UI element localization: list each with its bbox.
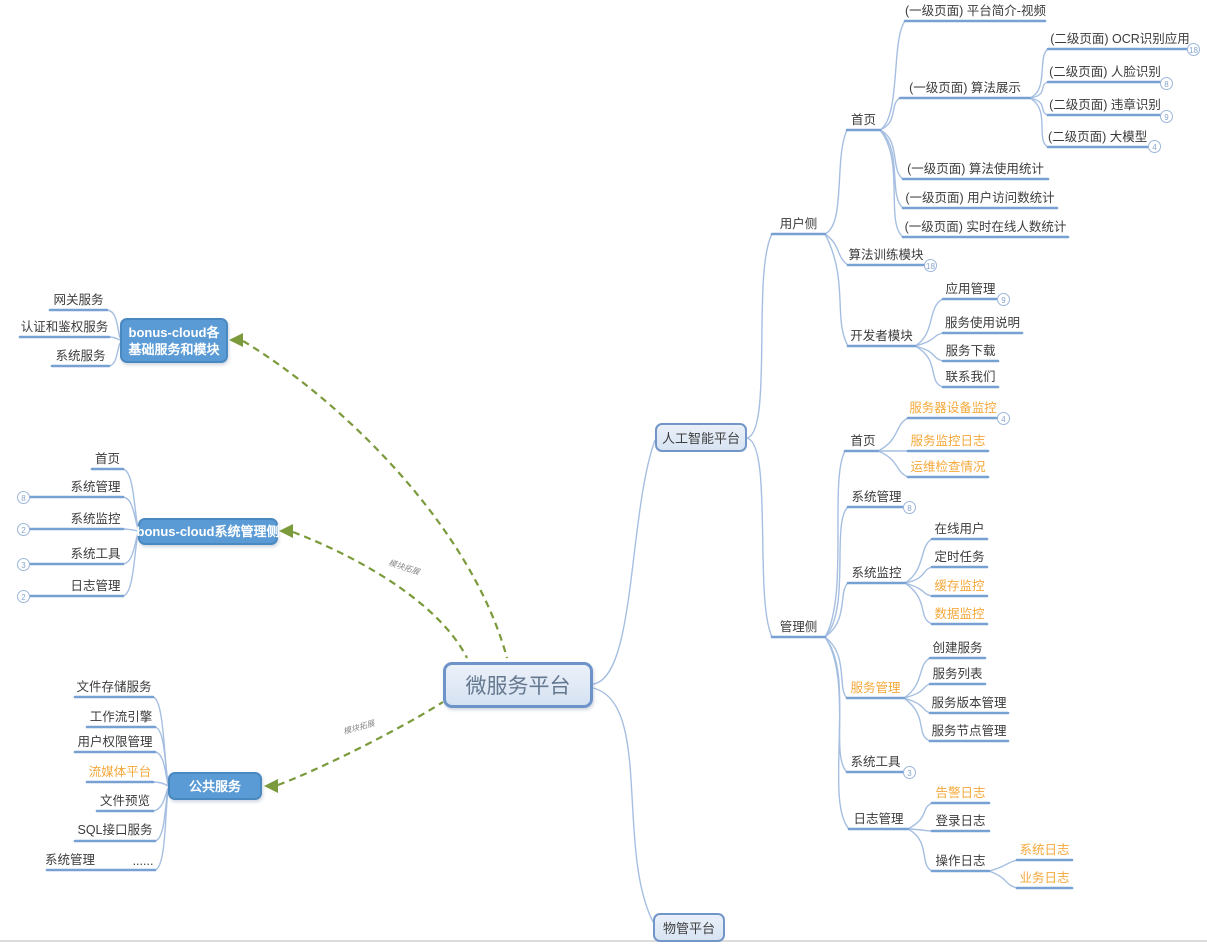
node-pub-system-mgmt[interactable]: 系统管理 — [40, 851, 100, 869]
node-system-tools[interactable]: 系统工具 — [847, 753, 904, 771]
node-service-node-mgmt[interactable]: 服务节点管理 — [930, 722, 1008, 740]
node-pub-sql-api[interactable]: SQL接口服务 — [75, 821, 155, 839]
node-user-home[interactable]: 首页 — [847, 111, 880, 129]
node-algo-showcase[interactable]: (一级页面) 算法展示 — [900, 79, 1030, 97]
count-badge[interactable]: 18 — [924, 259, 937, 272]
node-log-mgmt[interactable]: 日志管理 — [849, 810, 908, 828]
node-face-recognition[interactable]: (二级页面) 人脸识别 — [1048, 63, 1162, 81]
node-pub-workflow-engine[interactable]: 工作流引擎 — [87, 708, 155, 726]
node-service-version-mgmt[interactable]: 服务版本管理 — [930, 694, 1008, 712]
box-base-services[interactable]: bonus-cloud各 基础服务和模块 — [120, 318, 228, 363]
node-ai-platform[interactable]: 人工智能平台 — [655, 423, 747, 452]
count-badge[interactable]: 8 — [1160, 77, 1173, 90]
node-admin-home[interactable]: 首页 — [845, 432, 881, 450]
node-gateway-service[interactable]: 网关服务 — [50, 291, 107, 309]
count-badge[interactable]: 4 — [1148, 140, 1161, 153]
node-property-platform[interactable]: 物管平台 — [653, 913, 725, 942]
count-badge[interactable]: 8 — [903, 501, 916, 514]
node-login-log[interactable]: 登录日志 — [932, 812, 989, 830]
node-l2-system-mgmt[interactable]: 系统管理 — [68, 478, 123, 496]
node-ocr-recognition[interactable]: (二级页面) OCR识别应用 — [1048, 30, 1192, 48]
node-service-usage-doc[interactable]: 服务使用说明 — [943, 314, 1022, 332]
node-system-service[interactable]: 系统服务 — [52, 347, 109, 365]
count-badge[interactable]: 2 — [17, 590, 30, 603]
node-create-service[interactable]: 创建服务 — [930, 639, 985, 657]
node-pub-file-preview[interactable]: 文件预览 — [97, 792, 153, 810]
count-badge[interactable]: 9 — [1160, 110, 1173, 123]
node-pub-ellipsis[interactable]: ...... — [128, 852, 158, 870]
node-admin-system-mgmt[interactable]: 系统管理 — [848, 488, 905, 506]
connector-layer — [0, 0, 1207, 947]
count-badge[interactable]: 4 — [997, 412, 1010, 425]
node-l2-log-mgmt[interactable]: 日志管理 — [68, 577, 123, 595]
node-app-mgmt[interactable]: 应用管理 — [943, 280, 998, 298]
node-ops-check-status[interactable]: 运维检查情况 — [908, 458, 988, 476]
count-badge[interactable]: 2 — [17, 523, 30, 536]
node-system-log[interactable]: 系统日志 — [1017, 841, 1072, 859]
node-cache-monitor[interactable]: 缓存监控 — [932, 577, 987, 595]
node-operation-log[interactable]: 操作日志 — [932, 852, 989, 870]
node-large-model[interactable]: (二级页面) 大模型 — [1048, 128, 1145, 146]
node-service-list[interactable]: 服务列表 — [930, 665, 985, 683]
mindmap-canvas: 微服务平台 人工智能平台 物管平台 用户侧 首页 (一级页面) 平台简介-视频 … — [0, 0, 1207, 947]
node-online-users[interactable]: 在线用户 — [932, 520, 987, 538]
node-alert-log[interactable]: 告警日志 — [932, 784, 989, 802]
central-topic[interactable]: 微服务平台 — [443, 662, 593, 708]
node-service-mgmt[interactable]: 服务管理 — [847, 679, 904, 697]
node-service-download[interactable]: 服务下载 — [943, 342, 998, 360]
node-scheduled-tasks[interactable]: 定时任务 — [932, 548, 987, 566]
count-badge[interactable]: 3 — [903, 766, 916, 779]
node-contact-us[interactable]: 联系我们 — [943, 368, 998, 386]
node-online-count-stats[interactable]: (一级页面) 实时在线人数统计 — [903, 218, 1068, 236]
node-l2-home[interactable]: 首页 — [90, 450, 125, 468]
box-sysadmin[interactable]: bonus-cloud系统管理侧 — [138, 518, 278, 545]
count-badge[interactable]: 9 — [997, 293, 1010, 306]
node-pub-streaming-platform[interactable]: 流媒体平台 — [87, 763, 153, 781]
node-algo-usage-stats[interactable]: (一级页面) 算法使用统计 — [903, 160, 1048, 178]
node-algo-training[interactable]: 算法训练模块 — [848, 246, 924, 264]
node-l2-system-tools[interactable]: 系统工具 — [68, 545, 123, 563]
central-topic-label: 微服务平台 — [466, 670, 571, 700]
node-service-monitor-log[interactable]: 服务监控日志 — [908, 432, 988, 450]
box-public-services[interactable]: 公共服务 — [168, 772, 262, 800]
node-pub-file-storage[interactable]: 文件存储服务 — [75, 678, 153, 696]
node-user-visit-stats[interactable]: (一级页面) 用户访问数统计 — [903, 189, 1057, 207]
node-violation-recognition[interactable]: (二级页面) 违章识别 — [1048, 96, 1162, 114]
node-business-log[interactable]: 业务日志 — [1017, 869, 1072, 887]
node-l2-system-monitor[interactable]: 系统监控 — [68, 510, 123, 528]
node-platform-intro-video[interactable]: (一级页面) 平台简介-视频 — [905, 2, 1045, 20]
node-user-side[interactable]: 用户侧 — [772, 215, 825, 233]
node-pub-user-permission[interactable]: 用户权限管理 — [75, 733, 155, 751]
node-auth-service[interactable]: 认证和鉴权服务 — [20, 318, 109, 336]
count-badge[interactable]: 8 — [17, 491, 30, 504]
node-system-monitor[interactable]: 系统监控 — [848, 564, 905, 582]
node-data-monitor[interactable]: 数据监控 — [932, 605, 987, 623]
count-badge[interactable]: 3 — [17, 558, 30, 571]
node-developer-module[interactable]: 开发者模块 — [848, 327, 915, 345]
count-badge[interactable]: 18 — [1187, 43, 1200, 56]
node-server-device-monitor[interactable]: 服务器设备监控 — [908, 399, 998, 417]
node-admin-side[interactable]: 管理侧 — [772, 618, 825, 636]
